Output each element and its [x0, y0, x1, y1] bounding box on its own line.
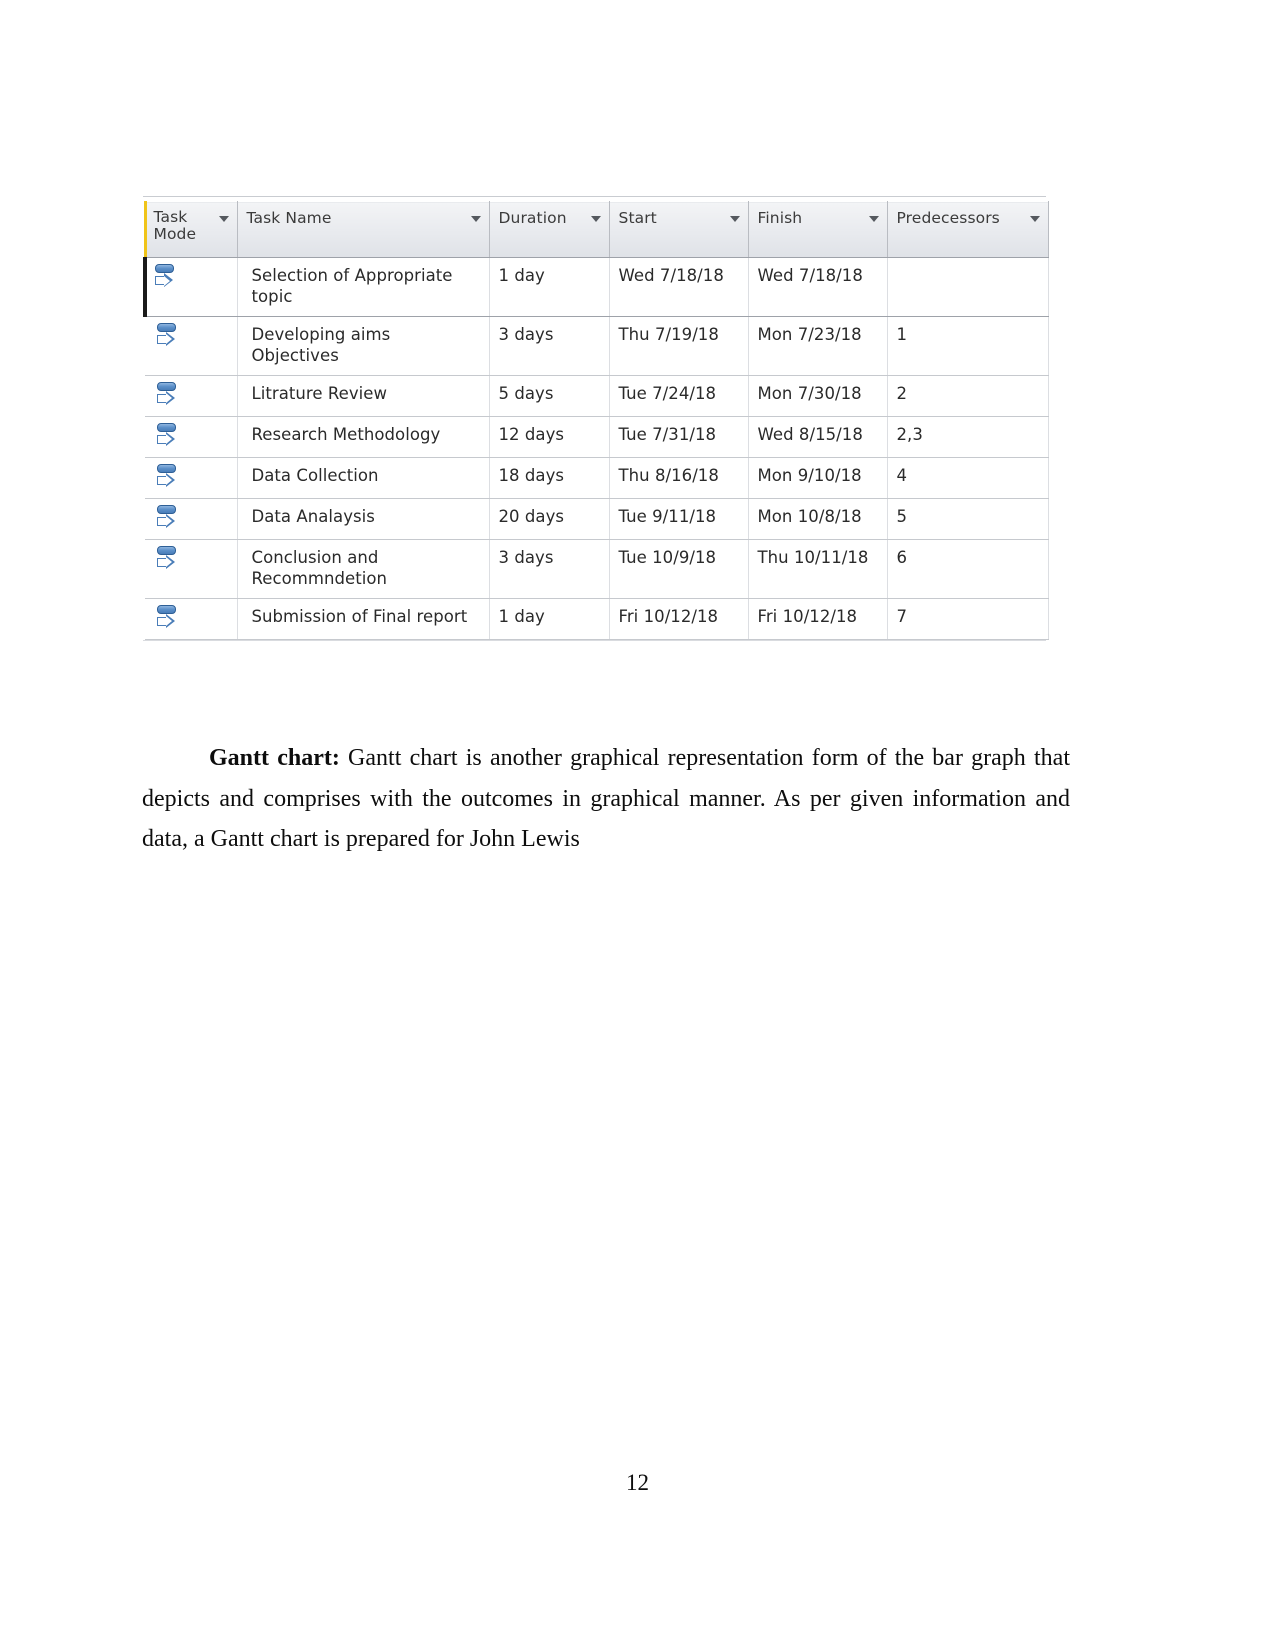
cell-task-name[interactable]: Developing aims Objectives	[237, 316, 490, 376]
table-row[interactable]: Data Analaysis 20 days Tue 9/11/18 Mon 1…	[145, 498, 1049, 540]
page-number: 12	[626, 1470, 649, 1495]
header-row: Task Mode Task Name Duration Start Finis…	[143, 201, 1049, 258]
manually-scheduled-task-icon	[152, 263, 178, 293]
cell-task-name[interactable]: Selection of Appropriate topic	[237, 257, 490, 317]
cell-duration[interactable]: 3 days	[489, 316, 610, 376]
table-row[interactable]: Research Methodology 12 days Tue 7/31/18…	[145, 416, 1049, 458]
cell-start[interactable]: Tue 7/24/18	[609, 375, 749, 417]
cell-finish[interactable]: Wed 7/18/18	[748, 257, 888, 317]
column-header-duration[interactable]: Duration	[489, 201, 610, 258]
cell-task-mode[interactable]	[145, 598, 238, 640]
cell-finish[interactable]: Thu 10/11/18	[748, 539, 888, 599]
cell-predecessors[interactable]: 5	[887, 498, 1049, 540]
filter-dropdown-icon-finish[interactable]	[868, 216, 879, 222]
cell-predecessors[interactable]: 7	[887, 598, 1049, 640]
filter-dropdown-icon-duration[interactable]	[590, 216, 601, 222]
cell-duration[interactable]: 12 days	[489, 416, 610, 458]
table-row[interactable]: Data Collection 18 days Thu 8/16/18 Mon …	[145, 457, 1049, 499]
filter-dropdown-icon-task-name[interactable]	[470, 216, 481, 222]
cell-predecessors[interactable]: 2	[887, 375, 1049, 417]
cell-predecessors[interactable]: 1	[887, 316, 1049, 376]
cell-finish[interactable]: Wed 8/15/18	[748, 416, 888, 458]
column-header-start-label: Start	[618, 209, 657, 227]
column-header-task-name[interactable]: Task Name	[237, 201, 490, 258]
cell-duration[interactable]: 20 days	[489, 498, 610, 540]
manually-scheduled-task-icon	[154, 322, 180, 352]
cell-task-mode[interactable]	[143, 257, 238, 317]
manually-scheduled-task-icon	[154, 381, 180, 411]
table-row[interactable]: Developing aims Objectives 3 days Thu 7/…	[145, 316, 1049, 376]
cell-task-name[interactable]: Submission of Final report	[237, 598, 490, 640]
grid-bottom-border	[143, 639, 1046, 641]
cell-task-mode[interactable]	[145, 498, 238, 540]
manually-scheduled-task-icon	[154, 422, 180, 452]
cell-predecessors[interactable]: 4	[887, 457, 1049, 499]
column-header-task-mode[interactable]: Task Mode	[143, 201, 238, 258]
column-header-predecessors-label: Predecessors	[896, 209, 1000, 227]
gantt-chart-lead-label: Gantt chart:	[209, 745, 340, 771]
table-row[interactable]: Submission of Final report 1 day Fri 10/…	[145, 598, 1049, 640]
cell-start[interactable]: Fri 10/12/18	[609, 598, 749, 640]
column-header-duration-label: Duration	[498, 209, 567, 227]
cell-task-name[interactable]: Data Collection	[237, 457, 490, 499]
cell-predecessors[interactable]: 6	[887, 539, 1049, 599]
table-row[interactable]: Conclusion and Recommndetion 3 days Tue …	[145, 539, 1049, 599]
document-page: Task Mode Task Name Duration Start Finis…	[0, 0, 1275, 1651]
table-row[interactable]: Litrature Review 5 days Tue 7/24/18 Mon …	[145, 375, 1049, 417]
cell-task-mode[interactable]	[145, 457, 238, 499]
cell-start[interactable]: Thu 7/19/18	[609, 316, 749, 376]
manually-scheduled-task-icon	[154, 545, 180, 575]
cell-duration[interactable]: 1 day	[489, 598, 610, 640]
manually-scheduled-task-icon	[154, 463, 180, 493]
column-header-start[interactable]: Start	[609, 201, 749, 258]
filter-dropdown-icon-task-mode[interactable]	[218, 216, 229, 222]
column-header-predecessors[interactable]: Predecessors	[887, 201, 1049, 258]
manually-scheduled-task-icon	[154, 604, 180, 634]
cell-task-mode[interactable]	[145, 416, 238, 458]
cell-finish[interactable]: Mon 7/23/18	[748, 316, 888, 376]
cell-task-name[interactable]: Conclusion and Recommndetion	[237, 539, 490, 599]
cell-finish[interactable]: Mon 7/30/18	[748, 375, 888, 417]
cell-start[interactable]: Wed 7/18/18	[609, 257, 749, 317]
column-header-task-mode-label: Task Mode	[153, 208, 197, 243]
cell-start[interactable]: Thu 8/16/18	[609, 457, 749, 499]
gantt-chart-paragraph: Gantt chart: Gantt chart is another grap…	[142, 738, 1070, 860]
task-grid-header: Task Mode Task Name Duration Start Finis…	[143, 201, 1049, 258]
cell-finish[interactable]: Mon 10/8/18	[748, 498, 888, 540]
manually-scheduled-task-icon	[154, 504, 180, 534]
filter-dropdown-icon-start[interactable]	[729, 216, 740, 222]
task-grid: Task Mode Task Name Duration Start Finis…	[143, 201, 1049, 640]
column-header-finish-label: Finish	[757, 209, 803, 227]
column-header-finish[interactable]: Finish	[748, 201, 888, 258]
column-header-task-name-label: Task Name	[246, 209, 332, 227]
table-row[interactable]: Selection of Appropriate topic 1 day Wed…	[143, 257, 1049, 317]
cell-start[interactable]: Tue 10/9/18	[609, 539, 749, 599]
cell-finish[interactable]: Fri 10/12/18	[748, 598, 888, 640]
cell-duration[interactable]: 1 day	[489, 257, 610, 317]
cell-duration[interactable]: 18 days	[489, 457, 610, 499]
cell-duration[interactable]: 5 days	[489, 375, 610, 417]
filter-dropdown-icon-predecessors[interactable]	[1029, 216, 1040, 222]
cell-start[interactable]: Tue 7/31/18	[609, 416, 749, 458]
cell-predecessors[interactable]: 2,3	[887, 416, 1049, 458]
cell-start[interactable]: Tue 9/11/18	[609, 498, 749, 540]
cell-task-mode[interactable]	[145, 375, 238, 417]
task-grid-body: Selection of Appropriate topic 1 day Wed…	[143, 257, 1049, 640]
cell-predecessors[interactable]	[887, 257, 1049, 317]
cell-task-name[interactable]: Data Analaysis	[237, 498, 490, 540]
cell-duration[interactable]: 3 days	[489, 539, 610, 599]
cell-task-mode[interactable]	[145, 539, 238, 599]
cell-task-name[interactable]: Research Methodology	[237, 416, 490, 458]
cell-finish[interactable]: Mon 9/10/18	[748, 457, 888, 499]
cell-task-name[interactable]: Litrature Review	[237, 375, 490, 417]
ms-project-task-table: Task Mode Task Name Duration Start Finis…	[143, 196, 1049, 641]
cell-task-mode[interactable]	[145, 316, 238, 376]
